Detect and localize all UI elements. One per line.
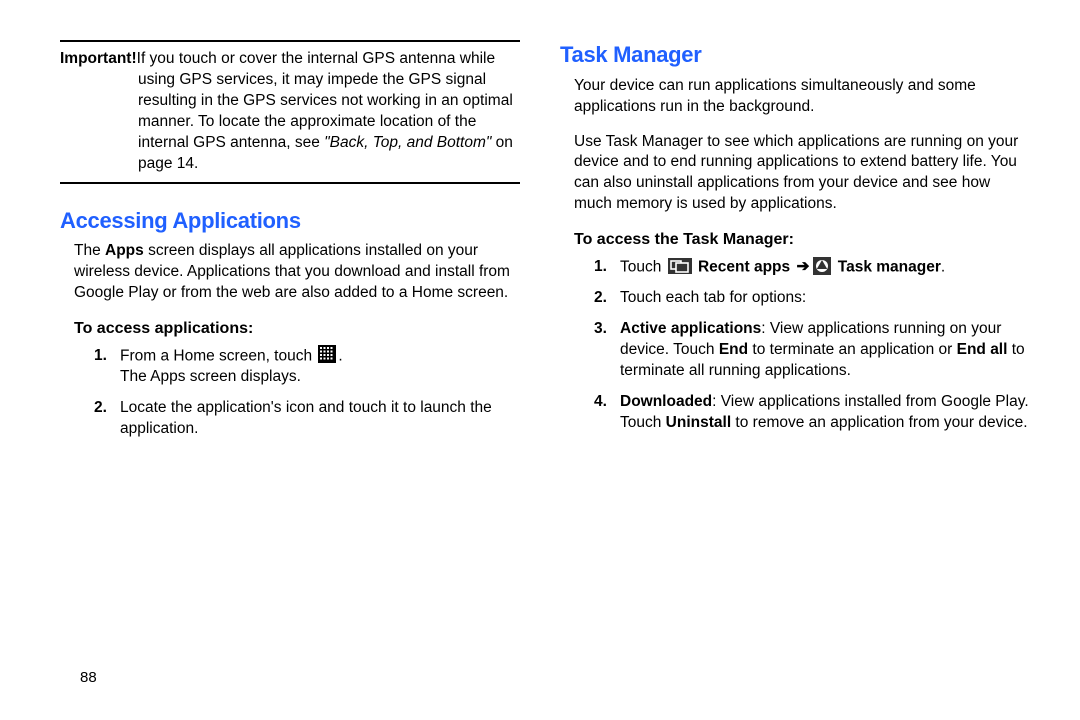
page-number: 88 (80, 668, 97, 688)
taskmgr-step-3: Active applications: View applications r… (594, 319, 1030, 382)
taskmgr-para-2: Use Task Manager to see which applicatio… (574, 132, 1030, 216)
taskmgr-step-1: Touch Recent apps ➔ Task manager. (594, 257, 1030, 278)
apps-grid-icon (318, 345, 336, 366)
arrow-icon: ➔ (794, 258, 811, 275)
heading-task-manager: Task Manager (560, 40, 1030, 70)
subhead-access-apps: To access applications: (74, 318, 520, 340)
taskmgr-para-1: Your device can run applications simulta… (574, 76, 1030, 118)
important-note: Important!If you touch or cover the inte… (60, 40, 520, 184)
important-ref: "Back, Top, and Bottom" (324, 134, 491, 151)
heading-accessing-applications: Accessing Applications (60, 206, 520, 236)
important-label: Important! (60, 50, 137, 67)
taskmgr-step-2: Touch each tab for options: (594, 288, 1030, 309)
taskmgr-steps: Touch Recent apps ➔ Task manager. Touch … (594, 257, 1030, 444)
task-manager-icon (813, 256, 831, 277)
access-apps-step-2: Locate the application's icon and touch … (94, 398, 520, 440)
taskmgr-step-4: Downloaded: View applications installed … (594, 392, 1030, 434)
subhead-access-taskmgr: To access the Task Manager: (574, 229, 1030, 251)
access-apps-steps: From a Home screen, touch . The Apps scr… (94, 346, 520, 450)
access-apps-step-1: From a Home screen, touch . The Apps scr… (94, 346, 520, 388)
recent-apps-icon (668, 256, 692, 277)
apps-intro-paragraph: The Apps screen displays all application… (74, 241, 520, 304)
